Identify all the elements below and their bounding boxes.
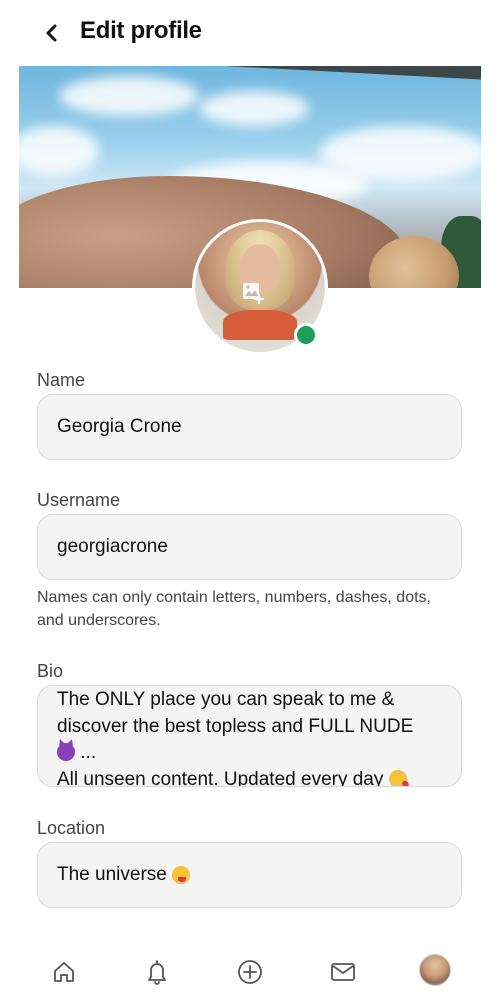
face-blowing-kiss-emoji-icon	[388, 769, 407, 786]
bio-line-3-text: ...	[80, 742, 97, 763]
nav-profile-avatar[interactable]	[419, 954, 451, 986]
nav-home[interactable]	[46, 956, 82, 988]
mail-icon	[331, 963, 355, 981]
image-add-icon[interactable]	[242, 282, 264, 304]
name-field[interactable]: Georgia Crone	[37, 394, 462, 460]
home-icon	[54, 962, 74, 982]
nav-create[interactable]	[232, 956, 268, 988]
username-value: georgiacrone	[57, 536, 168, 557]
page-title: Edit profile	[80, 17, 202, 44]
name-label: Name	[37, 370, 86, 390]
name-value: Georgia Crone	[57, 416, 182, 437]
location-field[interactable]: The universe	[37, 842, 462, 908]
smiling-devil-emoji-icon	[57, 743, 75, 761]
plus-circle-icon	[238, 960, 262, 984]
bio-line-4: All unseen content. Updated every day	[57, 767, 442, 787]
location-value: The universe	[57, 864, 167, 885]
bell-icon	[148, 960, 166, 985]
bio-line-1: The ONLY place you can speak to me &	[57, 689, 395, 710]
back-button[interactable]	[36, 18, 66, 48]
winking-face-emoji-icon	[172, 866, 191, 884]
bio-label: Bio	[37, 661, 64, 681]
username-hint: Names can only contain letters, numbers,…	[37, 589, 431, 629]
bio-line-4-text: All unseen content. Updated every day	[57, 768, 384, 787]
location-label: Location	[37, 818, 106, 838]
online-status-dot	[294, 323, 318, 347]
bio-field[interactable]: The ONLY place you can speak to me & dis…	[37, 685, 462, 787]
nav-notifications[interactable]	[139, 956, 175, 988]
bio-line-2: discover the best topless and FULL NUDE	[57, 715, 414, 737]
header: Edit profile	[0, 0, 500, 66]
username-label: Username	[37, 490, 121, 510]
username-field[interactable]: georgiacrone	[37, 514, 462, 580]
bio-line-3: ...	[57, 740, 442, 767]
nav-messages[interactable]	[325, 956, 361, 988]
chevron-left-icon	[46, 24, 57, 42]
